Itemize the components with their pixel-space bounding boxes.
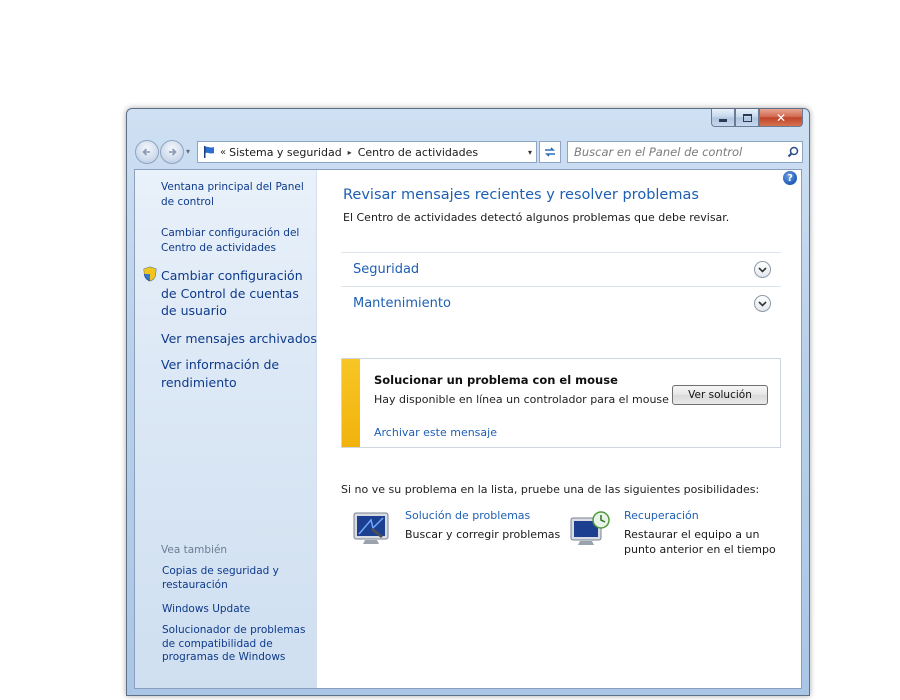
breadcrumb-sistema-y-seguridad[interactable]: Sistema y seguridad — [229, 146, 342, 159]
back-button[interactable] — [135, 140, 159, 164]
mouse-problem-message: Solucionar un problema con el mouse Hay … — [341, 358, 781, 448]
uac-shield-icon — [143, 266, 157, 282]
message-title: Solucionar un problema con el mouse — [374, 373, 618, 387]
refresh-button[interactable] — [539, 141, 561, 163]
title-bar: ✕ — [127, 109, 809, 135]
section-seguridad[interactable]: Seguridad — [341, 252, 781, 286]
tool-title-recovery[interactable]: Recuperación — [624, 509, 699, 522]
section-label-mantenimiento: Mantenimiento — [353, 296, 451, 311]
recovery-icon[interactable] — [570, 510, 612, 550]
tool-desc-recovery: Restaurar el equipo a un punto anterior … — [624, 527, 776, 558]
caption-buttons: ✕ — [711, 109, 803, 127]
message-severity-bar — [342, 359, 360, 447]
client-area: Ventana principal del Panel de control C… — [134, 169, 802, 689]
search-box[interactable] — [567, 141, 803, 163]
page-description: El Centro de actividades detectó algunos… — [343, 211, 730, 224]
close-icon: ✕ — [775, 110, 787, 125]
sidebar-link-backup-restore[interactable]: Copias de seguridad y restauración — [162, 565, 302, 592]
search-icon[interactable] — [784, 146, 802, 158]
control-panel-window: ✕ ▾ « Sistema y seguridad ▸ Centro de ac… — [126, 108, 810, 696]
tool-recovery: Recuperación Restaurar el equipo a un pu… — [570, 506, 786, 562]
refresh-icon — [545, 147, 555, 157]
close-button[interactable]: ✕ — [759, 109, 803, 127]
tool-desc-troubleshooting: Buscar y corregir problemas — [405, 528, 561, 541]
sidebar-link-compatibility-troubleshooter[interactable]: Solucionador de problemas de compatibili… — [162, 624, 310, 665]
ver-solucion-button[interactable]: Ver solución — [672, 385, 768, 405]
forward-arrow-icon — [169, 148, 177, 156]
section-mantenimiento[interactable]: Mantenimiento — [341, 286, 781, 320]
tool-troubleshooting: Solución de problemas Buscar y corregir … — [351, 506, 561, 556]
maximize-icon — [742, 113, 752, 122]
chevron-down-icon[interactable] — [754, 295, 771, 312]
back-arrow-icon — [142, 148, 150, 156]
sidebar-link-view-archived-messages[interactable]: Ver mensajes archivados — [161, 330, 317, 348]
message-text: Hay disponible en línea un controlador p… — [374, 393, 669, 406]
page-title: Revisar mensajes recientes y resolver pr… — [343, 187, 699, 203]
see-also-heading: Vea también — [161, 544, 228, 556]
tool-title-troubleshooting[interactable]: Solución de problemas — [405, 509, 530, 522]
forward-button[interactable] — [160, 140, 184, 164]
minimize-button[interactable] — [711, 109, 735, 127]
breadcrumb-separator-icon[interactable]: ▸ — [348, 148, 352, 157]
section-label-seguridad: Seguridad — [353, 262, 420, 277]
address-bar[interactable]: « Sistema y seguridad ▸ Centro de activi… — [197, 141, 537, 163]
task-pane: Ventana principal del Panel de control C… — [135, 170, 317, 688]
archive-message-link[interactable]: Archivar este mensaje — [374, 426, 497, 439]
sidebar-link-view-performance-info[interactable]: Ver información de rendimiento — [161, 356, 291, 391]
control-panel-flag-icon — [200, 143, 218, 161]
minimize-icon — [719, 118, 727, 122]
help-icon[interactable]: ? — [783, 171, 797, 185]
sidebar-link-control-panel-home[interactable]: Ventana principal del Panel de control — [161, 180, 311, 210]
address-dropdown-icon[interactable]: ▾ — [528, 148, 532, 157]
breadcrumb-centro-de-actividades[interactable]: Centro de actividades — [358, 146, 478, 159]
address-overflow-icon[interactable]: « — [220, 147, 226, 158]
sidebar-link-windows-update[interactable]: Windows Update — [162, 602, 302, 617]
tool-desc-recovery-line-1: Restaurar el equipo a un — [624, 528, 760, 541]
troubleshooting-icon[interactable] — [351, 510, 393, 550]
navigation-bar: ▾ « Sistema y seguridad ▸ Centro de acti… — [135, 139, 803, 165]
maximize-button[interactable] — [735, 109, 759, 127]
search-input[interactable] — [568, 143, 784, 161]
sidebar-link-change-action-center-settings[interactable]: Cambiar configuración del Centro de acti… — [161, 226, 311, 256]
not-found-hint: Si no ve su problema en la lista, pruebe… — [341, 483, 760, 496]
recent-pages-dropdown-icon[interactable]: ▾ — [186, 147, 190, 156]
main-content: ? Revisar mensajes recientes y resolver … — [318, 170, 801, 688]
sidebar-link-change-uac-settings[interactable]: Cambiar configuración de Control de cuen… — [161, 267, 311, 320]
tool-desc-recovery-line-2: punto anterior en el tiempo — [624, 543, 776, 557]
chevron-down-icon[interactable] — [754, 261, 771, 278]
